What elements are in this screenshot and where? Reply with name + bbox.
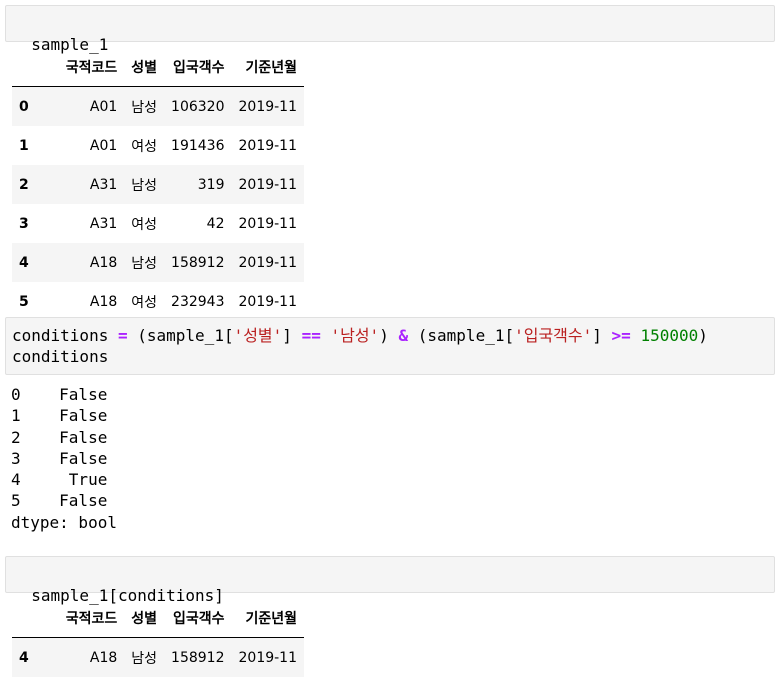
table-cell: 191436 <box>164 126 231 165</box>
table-row: 0 A01 남성 106320 2019-11 <box>12 87 304 127</box>
output-line: 1 False <box>11 405 117 426</box>
table-cell: A18 <box>59 243 125 282</box>
code-line-2: conditions <box>12 347 108 366</box>
table-row: 2 A31 남성 319 2019-11 <box>12 165 304 204</box>
table-cell: A18 <box>59 638 125 677</box>
table-cell: A01 <box>59 87 125 127</box>
table-cell: 158912 <box>164 638 231 677</box>
table-cell: 2019-11 <box>232 126 305 165</box>
table-cell: 여성 <box>124 282 164 321</box>
table-cell: 남성 <box>124 87 164 127</box>
table-cell: 2019-11 <box>232 282 305 321</box>
column-header: 입국객수 <box>164 598 231 638</box>
dataframe-table: 국적코드 성별 입국객수 기준년월 4 A18 남성 158912 2019-1… <box>12 598 304 677</box>
index-header <box>12 598 59 638</box>
row-index: 0 <box>12 87 59 127</box>
table-cell: 2019-11 <box>232 165 305 204</box>
dataframe-output-2: 국적코드 성별 입국객수 기준년월 4 A18 남성 158912 2019-1… <box>12 598 304 677</box>
row-index: 3 <box>12 204 59 243</box>
row-index: 1 <box>12 126 59 165</box>
table-header-row: 국적코드 성별 입국객수 기준년월 <box>12 47 304 87</box>
output-line: 0 False <box>11 384 117 405</box>
table-cell: A31 <box>59 165 125 204</box>
table-cell: 2019-11 <box>232 243 305 282</box>
table-cell: 남성 <box>124 638 164 677</box>
table-cell: 106320 <box>164 87 231 127</box>
table-row: 3 A31 여성 42 2019-11 <box>12 204 304 243</box>
column-header: 국적코드 <box>59 598 125 638</box>
table-cell: 232943 <box>164 282 231 321</box>
output-line: 2 False <box>11 427 117 448</box>
table-row: 4 A18 남성 158912 2019-11 <box>12 638 304 677</box>
column-header: 기준년월 <box>232 47 305 87</box>
table-row: 1 A01 여성 191436 2019-11 <box>12 126 304 165</box>
table-cell: A01 <box>59 126 125 165</box>
code-cell-1[interactable]: sample_1 <box>5 5 775 42</box>
index-header <box>12 47 59 87</box>
code-cell-3[interactable]: sample_1[conditions] <box>5 556 775 593</box>
table-cell: 2019-11 <box>232 87 305 127</box>
dataframe-output-1: 국적코드 성별 입국객수 기준년월 0 A01 남성 106320 2019-1… <box>12 47 304 321</box>
table-cell: 319 <box>164 165 231 204</box>
code-line-1: conditions = (sample_1['성별'] == '남성') & … <box>12 326 708 345</box>
table-header-row: 국적코드 성별 입국객수 기준년월 <box>12 598 304 638</box>
output-line: dtype: bool <box>11 512 117 533</box>
table-cell: A31 <box>59 204 125 243</box>
table-cell: 2019-11 <box>232 204 305 243</box>
column-header: 성별 <box>124 47 164 87</box>
row-index: 5 <box>12 282 59 321</box>
table-cell: 158912 <box>164 243 231 282</box>
row-index: 2 <box>12 165 59 204</box>
column-header: 성별 <box>124 598 164 638</box>
table-cell: 여성 <box>124 204 164 243</box>
series-output: 0 False1 False2 False3 False4 True5 Fals… <box>11 384 117 533</box>
output-line: 5 False <box>11 490 117 511</box>
table-cell: A18 <box>59 282 125 321</box>
column-header: 기준년월 <box>232 598 305 638</box>
dataframe-table: 국적코드 성별 입국객수 기준년월 0 A01 남성 106320 2019-1… <box>12 47 304 321</box>
table-cell: 남성 <box>124 243 164 282</box>
table-row: 5 A18 여성 232943 2019-11 <box>12 282 304 321</box>
column-header: 국적코드 <box>59 47 125 87</box>
table-row: 4 A18 남성 158912 2019-11 <box>12 243 304 282</box>
column-header: 입국객수 <box>164 47 231 87</box>
row-index: 4 <box>12 243 59 282</box>
row-index: 4 <box>12 638 59 677</box>
table-cell: 여성 <box>124 126 164 165</box>
output-line: 3 False <box>11 448 117 469</box>
output-line: 4 True <box>11 469 117 490</box>
table-cell: 2019-11 <box>232 638 305 677</box>
table-cell: 남성 <box>124 165 164 204</box>
code-cell-2[interactable]: conditions = (sample_1['성별'] == '남성') & … <box>5 317 775 375</box>
table-cell: 42 <box>164 204 231 243</box>
